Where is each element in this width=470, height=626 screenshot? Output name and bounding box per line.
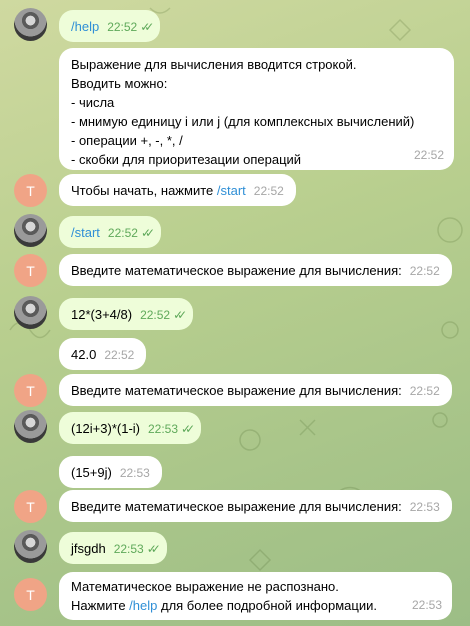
message-text: Введите математическое выражение для выч… bbox=[71, 499, 402, 514]
message-line: Математическое выражение не распознано. bbox=[71, 579, 339, 594]
user-avatar[interactable] bbox=[14, 8, 47, 41]
read-check-icon: ✓✓ bbox=[140, 20, 154, 34]
outgoing-message[interactable]: /start 22:52 ✓✓ bbox=[59, 216, 162, 248]
read-check-icon: ✓✓ bbox=[140, 226, 155, 240]
message-text: 42.0 bbox=[71, 347, 97, 362]
incoming-message[interactable]: Введите математическое выражение для выч… bbox=[59, 374, 452, 406]
message-text: 12*(3+4/8) bbox=[71, 307, 133, 322]
user-avatar[interactable] bbox=[14, 296, 47, 329]
outgoing-message[interactable]: /help 22:52 ✓✓ bbox=[59, 10, 161, 42]
bot-avatar[interactable]: T bbox=[14, 254, 47, 287]
incoming-message[interactable]: 42.0 22:52 bbox=[59, 338, 147, 370]
message-time: 22:53 bbox=[113, 542, 144, 556]
read-check-icon: ✓✓ bbox=[181, 422, 195, 436]
message-time: 22:53 bbox=[148, 422, 179, 436]
outgoing-message[interactable]: jfsgdh 22:53 ✓✓ bbox=[59, 532, 167, 564]
message-line: - числа bbox=[71, 95, 115, 110]
message-time: 22:53 bbox=[411, 598, 442, 612]
user-avatar[interactable] bbox=[14, 410, 47, 443]
bot-avatar[interactable]: T bbox=[14, 374, 47, 407]
message-time: 22:53 bbox=[409, 500, 440, 514]
bot-avatar[interactable]: T bbox=[14, 490, 47, 523]
message-line: Нажмите /help для более подробной информ… bbox=[71, 598, 377, 613]
message-time: 22:52 bbox=[107, 20, 138, 34]
command-link[interactable]: /help bbox=[71, 19, 99, 34]
read-check-icon: ✓✓ bbox=[146, 542, 161, 556]
message-text: (15+9j) bbox=[71, 465, 112, 480]
outgoing-message[interactable]: (12i+3)*(1-i) 22:53 ✓✓ bbox=[59, 412, 202, 444]
command-link[interactable]: /start bbox=[71, 225, 100, 240]
incoming-message[interactable]: Введите математическое выражение для выч… bbox=[59, 254, 452, 286]
message-line: Выражение для вычисления вводится строко… bbox=[71, 57, 357, 72]
message-time: 22:53 bbox=[119, 466, 150, 480]
bot-avatar[interactable]: T bbox=[14, 578, 47, 611]
message-line: - скобки для приоритезации операций bbox=[71, 152, 302, 167]
incoming-message[interactable]: Введите математическое выражение для выч… bbox=[59, 490, 452, 522]
message-time: 22:52 bbox=[104, 348, 135, 362]
message-line: Вводить можно: bbox=[71, 76, 168, 91]
message-line: - мнимую единицу i или j (для комплексны… bbox=[71, 114, 415, 129]
message-text: Введите математическое выражение для выч… bbox=[71, 263, 402, 278]
message-line: - операции +, -, *, / bbox=[71, 133, 183, 148]
incoming-message[interactable]: (15+9j) 22:53 bbox=[59, 456, 162, 488]
message-time: 22:52 bbox=[409, 384, 440, 398]
incoming-message[interactable]: Математическое выражение не распознано. … bbox=[59, 572, 452, 620]
message-text: Введите математическое выражение для выч… bbox=[71, 383, 402, 398]
read-check-icon: ✓✓ bbox=[173, 308, 187, 322]
message-time: 22:52 bbox=[253, 184, 284, 198]
message-text: Чтобы начать, нажмите bbox=[71, 183, 217, 198]
incoming-message[interactable]: Чтобы начать, нажмите /start 22:52 bbox=[59, 174, 296, 206]
message-time: 22:52 bbox=[140, 308, 171, 322]
incoming-message[interactable]: Выражение для вычисления вводится строко… bbox=[59, 48, 454, 170]
message-time: 22:52 bbox=[413, 148, 444, 162]
message-text: (12i+3)*(1-i) bbox=[71, 421, 140, 436]
outgoing-message[interactable]: 12*(3+4/8) 22:52 ✓✓ bbox=[59, 298, 194, 330]
bot-avatar[interactable]: T bbox=[14, 174, 47, 207]
help-command-link[interactable]: /help bbox=[129, 598, 157, 613]
message-time: 22:52 bbox=[107, 226, 138, 240]
start-command-link[interactable]: /start bbox=[217, 183, 246, 198]
message-text: jfsgdh bbox=[71, 541, 106, 556]
message-time: 22:52 bbox=[409, 264, 440, 278]
user-avatar[interactable] bbox=[14, 214, 47, 247]
user-avatar[interactable] bbox=[14, 530, 47, 563]
